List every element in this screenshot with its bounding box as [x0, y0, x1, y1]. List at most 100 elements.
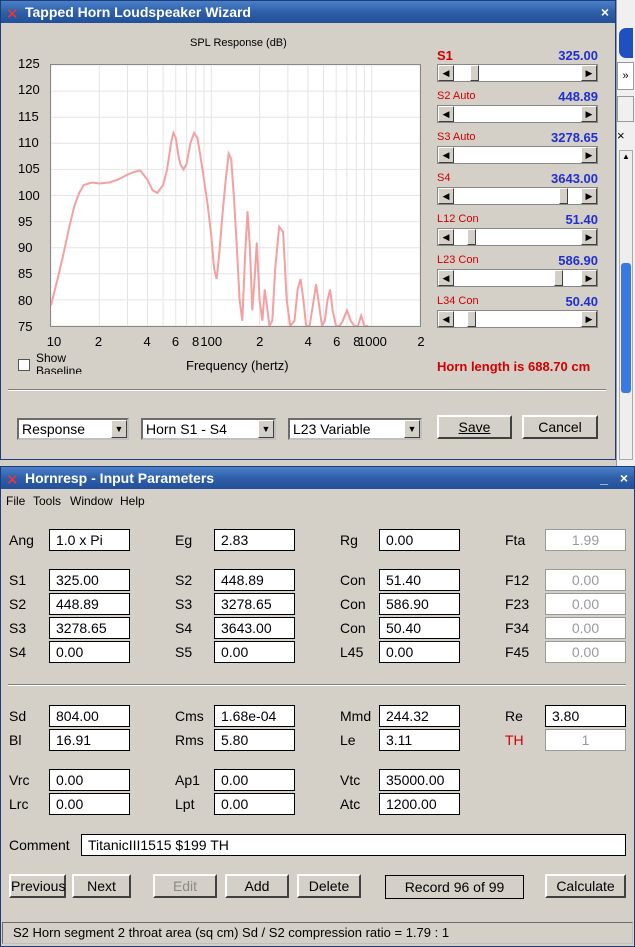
view-combo[interactable]: Response ▼ — [17, 418, 129, 440]
chevron-down-icon[interactable]: ▼ — [258, 420, 274, 438]
arrow-left-icon[interactable]: ◀ — [438, 311, 454, 327]
param-slider[interactable]: ◀ ▶ — [437, 146, 598, 164]
param-f45-field[interactable]: 0.00 — [545, 641, 626, 663]
param-slider[interactable]: ◀ ▶ — [437, 187, 598, 205]
arrow-left-icon[interactable]: ◀ — [438, 229, 454, 245]
slider-thumb[interactable] — [559, 188, 569, 204]
menu-file[interactable]: File — [6, 494, 25, 508]
menu-help[interactable]: Help — [120, 494, 145, 508]
menu-window[interactable]: Window — [70, 494, 113, 508]
param-cms-field[interactable]: 1.68e-04 — [214, 705, 295, 727]
menu-tools[interactable]: Tools — [33, 494, 61, 508]
arrow-left-icon[interactable]: ◀ — [438, 147, 454, 163]
param-vrc-field[interactable]: 0.00 — [49, 769, 130, 791]
param-f23-field[interactable]: 0.00 — [545, 593, 626, 615]
param-slider[interactable]: ◀ ▶ — [437, 105, 598, 123]
param-bl-field[interactable]: 16.91 — [49, 729, 130, 751]
wizard-close-icon[interactable]: × — [601, 1, 609, 23]
param-s4-field[interactable]: 3643.00 — [214, 617, 295, 639]
param-l45-field[interactable]: 0.00 — [379, 641, 460, 663]
arrow-right-icon[interactable]: ▶ — [581, 65, 597, 81]
next-button[interactable]: Next — [72, 874, 131, 898]
arrow-right-icon[interactable]: ▶ — [581, 147, 597, 163]
chevron-down-icon[interactable]: ▼ — [111, 420, 127, 438]
param-s2-field[interactable]: 448.89 — [214, 569, 295, 591]
param-lpt-field[interactable]: 0.00 — [214, 793, 295, 815]
param-s4-field[interactable]: 0.00 — [49, 641, 130, 663]
param-rms-field[interactable]: 5.80 — [214, 729, 295, 751]
param-s1-field[interactable]: 325.00 — [49, 569, 130, 591]
arrow-right-icon[interactable]: ▶ — [581, 106, 597, 122]
param-rg-field[interactable]: 0.00 — [379, 529, 460, 551]
view-combo-value: Response — [22, 421, 86, 437]
param-s3-field[interactable]: 3278.65 — [214, 593, 295, 615]
scrollbar-thumb[interactable] — [621, 263, 631, 393]
param-fta-field[interactable]: 1.99 — [545, 529, 626, 551]
param-s2-field[interactable]: 448.89 — [49, 593, 130, 615]
param-lrc-field[interactable]: 0.00 — [49, 793, 130, 815]
param-mmd-label: Mmd — [340, 708, 372, 724]
wizard-title-bar[interactable]: ✕ Tapped Horn Loudspeaker Wizard × — [1, 1, 615, 23]
param-atc-field[interactable]: 1200.00 — [379, 793, 460, 815]
arrow-left-icon[interactable]: ◀ — [438, 270, 454, 286]
variable-combo[interactable]: L23 Variable ▼ — [288, 418, 422, 440]
param-eg-field[interactable]: 2.83 — [214, 529, 295, 551]
previous-button[interactable]: Previous — [9, 874, 66, 898]
params-close-icon[interactable]: × — [620, 467, 628, 489]
param-s3-field[interactable]: 3278.65 — [49, 617, 130, 639]
chevron-down-icon[interactable]: ▼ — [404, 420, 420, 438]
show-baseline-checkbox[interactable] — [18, 359, 30, 371]
edit-button[interactable]: Edit — [153, 874, 217, 898]
minimize-icon[interactable]: _ — [600, 467, 608, 489]
param-value: 448.89 — [558, 89, 598, 104]
close-icon[interactable]: × — [617, 128, 625, 143]
param-le-field[interactable]: 3.11 — [379, 729, 460, 751]
delete-button[interactable]: Delete — [297, 874, 361, 898]
y-tick-label: 95 — [18, 213, 33, 229]
param-con-field[interactable]: 51.40 — [379, 569, 460, 591]
segment-combo[interactable]: Horn S1 - S4 ▼ — [141, 418, 276, 440]
calculate-button[interactable]: Calculate — [545, 874, 626, 898]
arrow-right-icon[interactable]: ▶ — [581, 270, 597, 286]
params-title-bar[interactable]: ✕ Hornresp - Input Parameters _ × — [1, 467, 634, 489]
param-slider[interactable]: ◀ ▶ — [437, 269, 598, 287]
arrow-left-icon[interactable]: ◀ — [438, 65, 454, 81]
param-con-field[interactable]: 50.40 — [379, 617, 460, 639]
param-mmd-field[interactable]: 244.32 — [379, 705, 460, 727]
param-s5-field[interactable]: 0.00 — [214, 641, 295, 663]
param-slider[interactable]: ◀ ▶ — [437, 310, 598, 328]
param-value: 3278.65 — [551, 130, 598, 145]
slider-thumb[interactable] — [470, 65, 480, 81]
param-ap1-field[interactable]: 0.00 — [214, 769, 295, 791]
param-con-field[interactable]: 586.90 — [379, 593, 460, 615]
arrow-left-icon[interactable]: ◀ — [438, 106, 454, 122]
background-panel — [617, 96, 634, 122]
add-button[interactable]: Add — [225, 874, 289, 898]
arrow-right-icon[interactable]: ▶ — [581, 311, 597, 327]
spl-response-plot — [50, 64, 421, 330]
param-con-label: Con — [340, 572, 366, 588]
arrow-right-icon[interactable]: ▶ — [581, 229, 597, 245]
param-value: 50.40 — [565, 294, 598, 309]
param-vtc-field[interactable]: 35000.00 — [379, 769, 460, 791]
param-f34-field[interactable]: 0.00 — [545, 617, 626, 639]
param-slider[interactable]: ◀ ▶ — [437, 228, 598, 246]
param-sd-field[interactable]: 804.00 — [49, 705, 130, 727]
scroll-up-icon[interactable]: ▲ — [621, 152, 631, 164]
param-th-field[interactable]: 1 — [545, 729, 626, 751]
arrow-left-icon[interactable]: ◀ — [438, 188, 454, 204]
cancel-button[interactable]: Cancel — [522, 415, 598, 439]
comment-field[interactable]: TitanicIII1515 $199 TH — [81, 834, 626, 856]
chevron-right-icon[interactable]: » — [617, 62, 634, 90]
param-re-field[interactable]: 3.80 — [545, 705, 626, 727]
slider-thumb[interactable] — [553, 270, 563, 286]
save-button[interactable]: Save — [437, 415, 512, 439]
x-tick-label: 4 — [143, 334, 151, 349]
param-slider[interactable]: ◀ ▶ — [437, 64, 598, 82]
slider-thumb[interactable] — [466, 229, 476, 245]
param-f12-field[interactable]: 0.00 — [545, 569, 626, 591]
arrow-right-icon[interactable]: ▶ — [581, 188, 597, 204]
background-scrollbar[interactable]: ▲ — [619, 150, 633, 460]
param-ang-field[interactable]: 1.0 x Pi — [49, 529, 130, 551]
slider-thumb[interactable] — [466, 311, 476, 327]
